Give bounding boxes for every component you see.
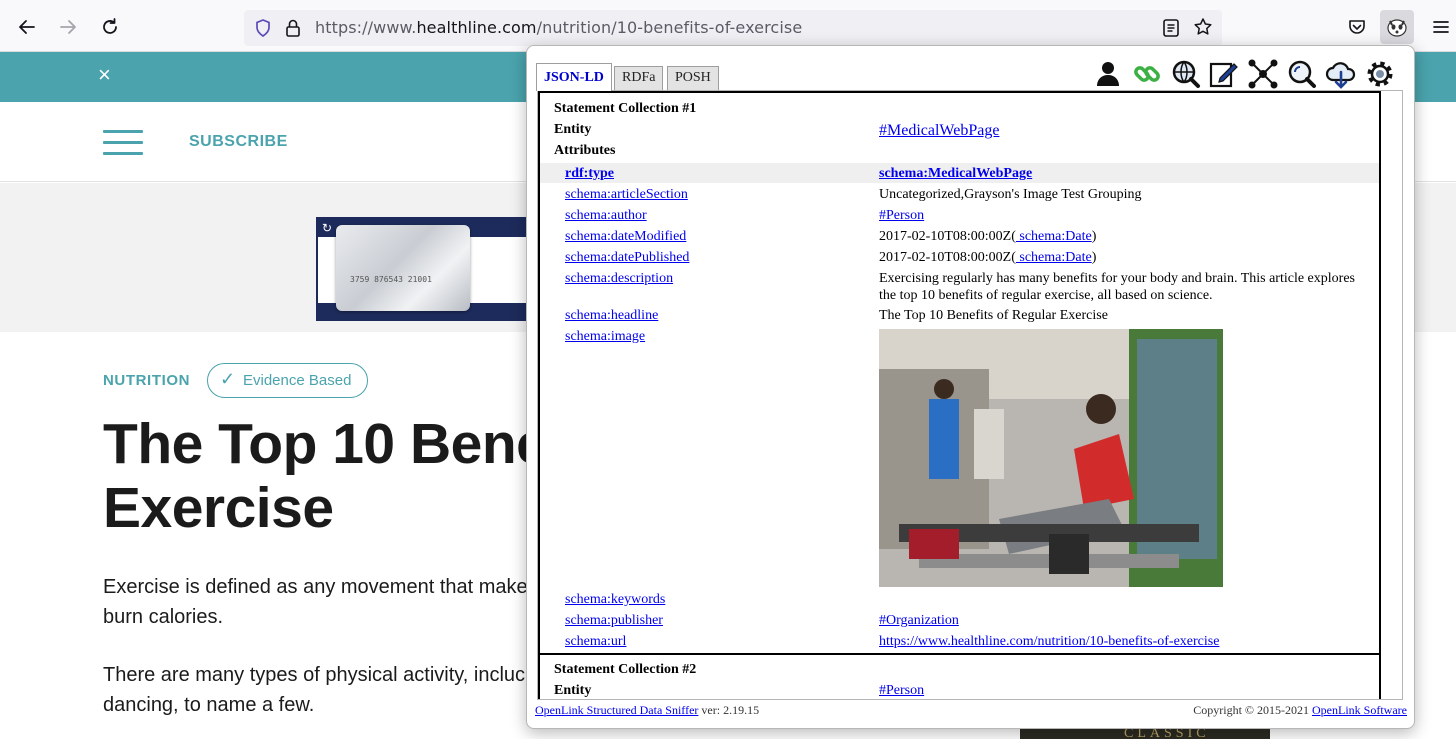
reload-icon	[103, 18, 117, 34]
attribute-value: Exercising regularly has many benefits f…	[879, 271, 1355, 303]
link-icon[interactable]	[1131, 58, 1163, 90]
attribute-key[interactable]: schema:datePublished	[565, 249, 689, 266]
statement-collection-1: Statement Collection #1 Entity #MedicalW…	[538, 91, 1381, 655]
entity-link[interactable]: #MedicalWebPage	[879, 122, 999, 139]
article-paragraph: Exercise is defined as any movement that…	[103, 576, 528, 628]
back-button[interactable]	[10, 10, 44, 44]
gear-icon[interactable]	[1364, 58, 1396, 90]
entity-value: #MedicalWebPage	[879, 122, 1369, 140]
attribute-key[interactable]: schema:description	[565, 270, 673, 287]
graph-network-icon[interactable]	[1247, 58, 1279, 90]
attribute-key[interactable]: schema:url	[565, 633, 626, 650]
attribute-key[interactable]: schema:author	[565, 207, 647, 224]
person-icon[interactable]	[1092, 58, 1124, 90]
openlink-software-link[interactable]: OpenLink Software	[1312, 703, 1407, 717]
banner-close-button[interactable]: ×	[98, 64, 111, 86]
collection-title: Statement Collection #2	[554, 662, 697, 677]
tab-rdfa[interactable]: RDFa	[614, 66, 664, 90]
forward-arrow-icon	[60, 20, 76, 34]
tracking-protection-shield-icon[interactable]	[253, 18, 273, 38]
copyright-text: Copyright © 2015-2021	[1193, 703, 1313, 717]
attribute-value[interactable]: https://www.healthline.com/nutrition/10-…	[879, 634, 1219, 649]
edit-icon[interactable]	[1208, 58, 1240, 90]
pocket-button[interactable]	[1340, 10, 1374, 44]
attribute-value[interactable]: schema:MedicalWebPage	[879, 166, 1032, 181]
globe-search-icon[interactable]	[1170, 58, 1202, 90]
popup-footer: OpenLink Structured Data Sniffer ver: 2.…	[535, 703, 1407, 718]
reader-view-icon[interactable]	[1162, 18, 1180, 38]
ad-replay-icon[interactable]: ↻	[322, 221, 332, 235]
cloud-upload-icon[interactable]	[1325, 58, 1357, 90]
tab-posh[interactable]: POSH	[667, 66, 719, 90]
forward-button[interactable]	[51, 10, 85, 44]
attribute-value[interactable]: #Person	[879, 208, 924, 223]
search-icon[interactable]	[1286, 58, 1318, 90]
structured-data-sniffer-popup: JSON-LD RDFa POSH Statement Collection #…	[526, 45, 1415, 729]
attribute-key[interactable]: schema:headline	[565, 307, 658, 324]
statements-pane[interactable]: Statement Collection #1 Entity #MedicalW…	[537, 90, 1403, 700]
statement-collection-2: Statement Collection #2 Entity #Person	[538, 653, 1381, 699]
reload-button[interactable]	[93, 10, 127, 44]
ad-card-image: 3759 876543 21001	[336, 225, 470, 311]
attribute-key[interactable]: schema:image	[565, 328, 645, 345]
tab-json-ld[interactable]: JSON-LD	[536, 63, 612, 91]
table-row: rdf:type schema:MedicalWebPage	[540, 163, 1379, 183]
evidence-based-badge[interactable]: ✓ Evidence Based	[207, 363, 368, 398]
subscribe-link[interactable]: SUBSCRIBE	[189, 133, 288, 151]
entity-value: #Person	[879, 683, 1369, 699]
attribute-key[interactable]: rdf:type	[565, 165, 614, 182]
entity-link[interactable]: #Person	[879, 683, 924, 698]
attribute-value[interactable]: #Organization	[879, 613, 959, 628]
bookmark-star-icon[interactable]	[1193, 17, 1213, 37]
datatype-link[interactable]: schema:Date	[1016, 250, 1091, 265]
menu-icon	[1433, 21, 1449, 33]
badger-extension-icon	[1387, 19, 1407, 37]
url-text[interactable]: https://www.healthline.com/nutrition/10-…	[315, 18, 802, 37]
attribute-value: 2017-02-10T08:00:00Z	[879, 229, 1012, 244]
attribute-value: The Top 10 Benefits of Regular Exercise	[879, 308, 1108, 323]
hamburger-menu-icon[interactable]	[103, 130, 143, 156]
lock-icon[interactable]	[284, 18, 302, 38]
collection-title: Statement Collection #1	[554, 101, 697, 116]
sniffer-extension-button[interactable]	[1380, 10, 1414, 44]
article-title: The Top 10 Benefits Exercise	[103, 412, 631, 540]
attribute-value: Uncategorized,Grayson's Image Test Group…	[879, 187, 1142, 202]
back-arrow-icon	[19, 20, 35, 34]
category-link[interactable]: NUTRITION	[103, 372, 190, 389]
attribute-key[interactable]: schema:dateModified	[565, 228, 686, 245]
datatype-link[interactable]: schema:Date	[1016, 229, 1091, 244]
attribute-key[interactable]: schema:keywords	[565, 591, 665, 608]
entity-label: Entity	[554, 122, 592, 137]
article-paragraph: There are many types of physical activit…	[103, 664, 526, 716]
version-text: ver: 2.19.15	[698, 703, 760, 717]
entity-label: Entity	[554, 683, 592, 698]
attribute-key[interactable]: schema:publisher	[565, 612, 663, 629]
exercise-photo[interactable]	[879, 329, 1223, 587]
attributes-label: Attributes	[554, 143, 616, 158]
app-menu-button[interactable]	[1424, 10, 1456, 44]
attribute-key[interactable]: schema:articleSection	[565, 186, 688, 203]
credit-card-ad[interactable]: ↻ 3759 876543 21001	[316, 217, 536, 321]
checkmark-icon: ✓	[220, 369, 236, 389]
rowing-machine-photo	[879, 329, 1223, 587]
attribute-value: 2017-02-10T08:00:00Z	[879, 250, 1012, 265]
sniffer-home-link[interactable]: OpenLink Structured Data Sniffer	[535, 703, 698, 717]
address-bar[interactable]: https://www.healthline.com/nutrition/10-…	[244, 10, 1222, 46]
pocket-icon	[1349, 20, 1365, 34]
